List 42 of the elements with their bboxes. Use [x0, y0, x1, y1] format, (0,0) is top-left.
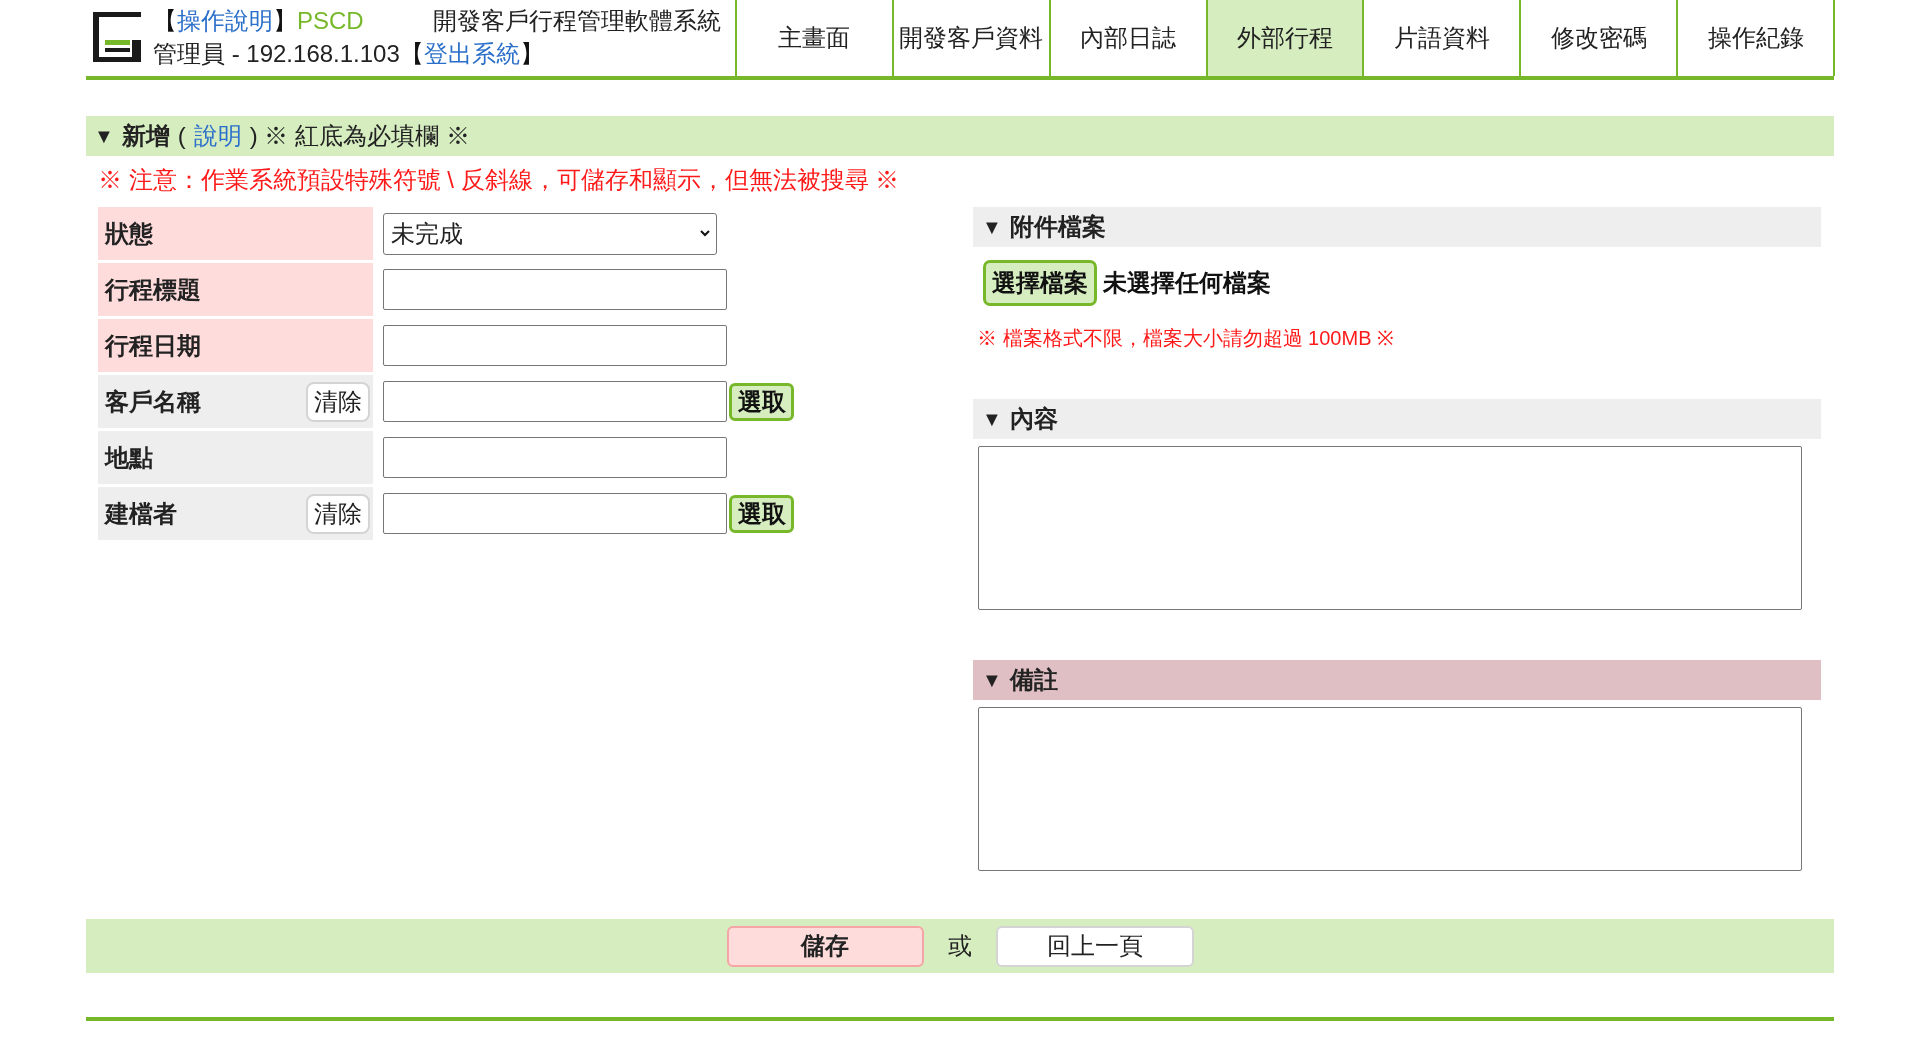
field-label: 地點 [105, 442, 153, 473]
select-button[interactable]: 選取 [729, 494, 794, 533]
chevron-down-icon [700, 230, 710, 237]
logo-icon [93, 12, 141, 62]
or-text: 或 [947, 931, 972, 961]
status-select[interactable]: 未完成 [383, 212, 717, 255]
input-field[interactable] [383, 437, 727, 478]
clear-button[interactable]: 清除 [306, 493, 370, 534]
field-label: 行程標題 [105, 274, 201, 305]
user-info: 管理員 - 192.168.1.103 [153, 39, 400, 69]
field-label: 行程日期 [105, 330, 201, 361]
file-status: 未選擇任何檔案 [1103, 268, 1271, 298]
clear-button[interactable]: 清除 [306, 381, 370, 422]
section-title: 新增 [121, 121, 170, 151]
select-button[interactable]: 選取 [729, 382, 794, 421]
choose-file-button[interactable]: 選擇檔案 [983, 260, 1097, 306]
back-button[interactable]: 回上一頁 [995, 925, 1194, 967]
parenthesis-text: ( [177, 121, 186, 151]
nav-tab[interactable]: 外部行程 [1205, 0, 1363, 76]
brand-name: PSCD [297, 6, 364, 36]
collapse-toggle[interactable]: ▼ [982, 404, 1002, 434]
panel-title: 內容 [1009, 404, 1058, 434]
input-field[interactable] [383, 269, 727, 310]
file-note: ※ 檔案格式不限，檔案大小請勿超過 100MB ※ [976, 326, 1396, 350]
help-link[interactable]: 【操作說明】 [153, 4, 297, 37]
panel-title: 附件檔案 [1009, 212, 1106, 242]
logout-link[interactable]: 【登出系統】 [399, 37, 544, 70]
field-label: 客戶名稱 [105, 386, 201, 417]
required-note: ) ※ 紅底為必填欄 ※ [249, 121, 470, 151]
help-link[interactable]: 說明 [193, 118, 242, 154]
input-field[interactable] [383, 325, 727, 366]
panel-title: 備註 [1009, 665, 1058, 695]
field-label: 建檔者 [105, 498, 177, 529]
save-button[interactable]: 儲存 [726, 925, 924, 967]
warning-text: ※ 注意：作業系統預設特殊符號 \ 反斜線，可儲存和顯示，但無法被搜尋 ※ [97, 166, 901, 194]
field-label: 狀態 [105, 218, 153, 249]
system-name: 開發客戶行程管理軟體系統 [433, 6, 721, 36]
input-field[interactable] [383, 493, 727, 534]
collapse-toggle[interactable]: ▼ [982, 212, 1002, 242]
collapse-toggle[interactable]: ▼ [94, 121, 114, 151]
input-field[interactable] [383, 381, 727, 422]
collapse-toggle[interactable]: ▼ [982, 665, 1002, 695]
